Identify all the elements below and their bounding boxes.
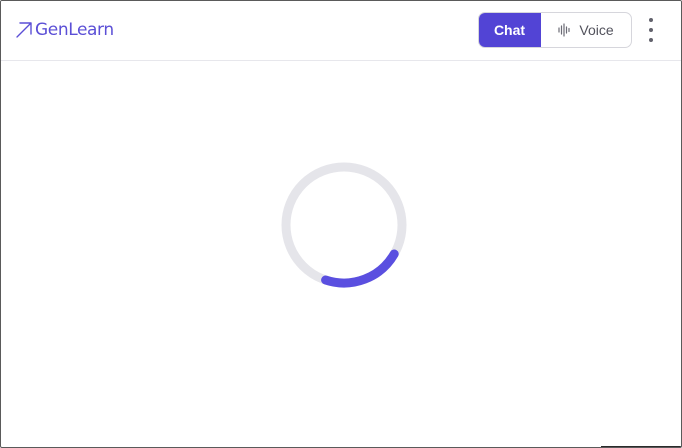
top-bar: GenLearn Chat Voice xyxy=(1,1,681,61)
voice-mode-label: Voice xyxy=(579,22,614,38)
mode-toggle: Chat Voice xyxy=(478,12,632,48)
loading-spinner xyxy=(278,159,410,291)
chat-mode-button[interactable]: Chat xyxy=(479,13,541,47)
more-options-button[interactable] xyxy=(641,18,661,42)
brand-logo[interactable]: GenLearn xyxy=(15,20,114,40)
more-vertical-icon xyxy=(649,18,653,22)
chat-mode-label: Chat xyxy=(493,22,526,38)
audio-waveform-icon xyxy=(558,23,570,37)
arrow-up-right-icon xyxy=(15,21,33,39)
brand-name: GenLearn xyxy=(35,20,114,40)
spinner-arc xyxy=(321,249,399,288)
voice-mode-button[interactable]: Voice xyxy=(541,13,631,47)
app-window: GenLearn Chat Voice xyxy=(0,0,682,448)
